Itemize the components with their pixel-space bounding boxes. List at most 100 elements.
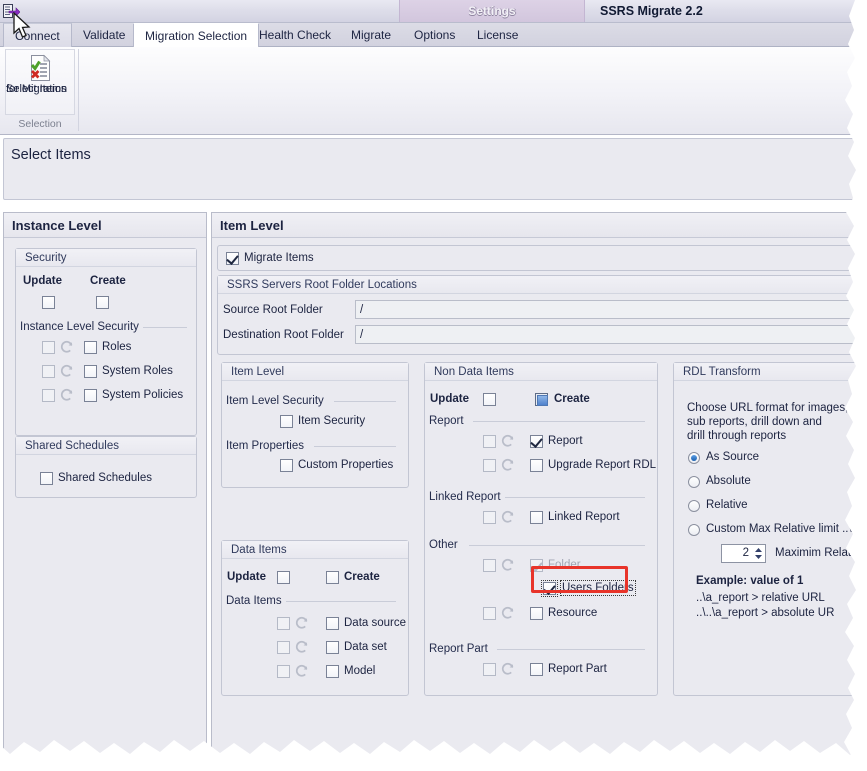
stepper-arrows-icon[interactable]	[754, 546, 763, 561]
item-properties-section-label: Item Properties	[226, 440, 304, 452]
section-rule	[469, 545, 645, 546]
item-level-title: Item Level	[212, 213, 863, 238]
radio-custom-label: Custom Max Relative limit ..\	[706, 523, 852, 535]
data-set-create-checkbox[interactable]	[326, 641, 339, 654]
report-create-checkbox[interactable]	[530, 435, 543, 448]
tab-connect[interactable]: Connect	[3, 23, 72, 47]
security-create-checkbox[interactable]	[96, 296, 109, 309]
ribbon-group-selection: Select Items for Migration Selection	[5, 49, 75, 131]
max-relative-limit-stepper[interactable]: 2	[721, 544, 766, 563]
rdl-transform-group: RDL Transform Choose URL format for imag…	[673, 362, 867, 696]
instance-level-security-section-label: Instance Level Security	[20, 321, 139, 333]
linked-report-label: Linked Report	[548, 511, 620, 523]
users-folders-label[interactable]: Users Folders	[560, 580, 636, 596]
radio-custom[interactable]	[688, 524, 700, 536]
instance-level-title: Instance Level	[4, 213, 206, 238]
non-data-items-group-label: Non Data Items	[425, 363, 657, 381]
select-items-for-migration-button[interactable]: Select Items for Migration	[5, 49, 75, 115]
security-group: Security Update Create Instance Level Se…	[15, 248, 197, 436]
report-section-label: Report	[429, 415, 464, 427]
data-items-create-header: Create	[344, 571, 380, 583]
resource-update-checkbox[interactable]	[483, 607, 496, 620]
linked-report-create-checkbox[interactable]	[530, 511, 543, 524]
resource-create-checkbox[interactable]	[530, 607, 543, 620]
folder-create-checkbox	[530, 559, 543, 572]
tab-strip: Connect Validate Migration Selection Hea…	[0, 23, 867, 48]
folder-update-checkbox[interactable]	[483, 559, 496, 572]
shared-schedules-checkbox[interactable]	[40, 472, 53, 485]
ribbon: Select Items for Migration Selection	[0, 47, 867, 135]
tab-health-check[interactable]: Health Check	[248, 23, 342, 47]
report-update-checkbox[interactable]	[483, 435, 496, 448]
application-window: Settings SSRS Migrate 2.2 Connect Valida…	[0, 0, 867, 771]
system-roles-label: System Roles	[102, 365, 173, 377]
report-part-label: Report Part	[548, 663, 607, 675]
data-items-create-checkbox[interactable]	[326, 571, 339, 584]
roles-label: Roles	[102, 341, 132, 353]
non-data-update-checkbox[interactable]	[483, 393, 496, 406]
report-part-update-checkbox[interactable]	[483, 663, 496, 676]
section-rule	[334, 401, 396, 402]
shared-schedules-group-label: Shared Schedules	[16, 437, 196, 455]
system-policies-update-checkbox[interactable]	[42, 389, 55, 402]
tab-license[interactable]: License	[466, 23, 529, 47]
destination-root-folder-input[interactable]: /	[355, 325, 860, 344]
upgrade-report-rdl-update-checkbox[interactable]	[483, 459, 496, 472]
report-part-create-checkbox[interactable]	[530, 663, 543, 676]
system-policies-refresh-icon	[60, 388, 74, 402]
roles-create-checkbox[interactable]	[84, 341, 97, 354]
system-policies-create-checkbox[interactable]	[84, 389, 97, 402]
users-folders-checkbox[interactable]	[541, 580, 558, 597]
data-set-refresh-icon	[295, 640, 309, 654]
tab-migrate[interactable]: Migrate	[340, 23, 402, 47]
settings-group-header: Settings	[399, 0, 585, 22]
data-source-update-checkbox[interactable]	[277, 617, 290, 630]
custom-properties-label: Custom Properties	[298, 459, 394, 471]
upgrade-report-rdl-refresh-icon	[501, 458, 515, 472]
radio-absolute[interactable]	[688, 476, 700, 488]
non-data-create-checkbox[interactable]	[535, 393, 548, 406]
rdl-description-line2: sub reports, drill down and	[687, 416, 822, 428]
radio-absolute-label: Absolute	[706, 475, 751, 487]
upgrade-report-rdl-create-checkbox[interactable]	[530, 459, 543, 472]
linked-report-update-checkbox[interactable]	[483, 511, 496, 524]
data-source-create-checkbox[interactable]	[326, 617, 339, 630]
model-update-checkbox[interactable]	[277, 665, 290, 678]
tab-migration-selection[interactable]: Migration Selection	[133, 23, 260, 48]
report-refresh-icon	[501, 434, 515, 448]
system-roles-update-checkbox[interactable]	[42, 365, 55, 378]
system-roles-create-checkbox[interactable]	[84, 365, 97, 378]
source-root-folder-input[interactable]: /	[355, 300, 860, 319]
data-items-section-label: Data Items	[226, 595, 282, 607]
security-update-checkbox[interactable]	[42, 296, 55, 309]
radio-as-source[interactable]	[688, 452, 700, 464]
max-relative-limit-value: 2	[742, 547, 749, 559]
data-set-update-checkbox[interactable]	[277, 641, 290, 654]
data-items-update-checkbox[interactable]	[277, 571, 290, 584]
data-set-label: Data set	[344, 641, 387, 653]
non-data-items-group: Non Data Items Update Create Report Repo…	[424, 362, 658, 696]
migrate-items-row: Migrate Items	[217, 245, 860, 271]
section-rule	[505, 497, 645, 498]
model-create-checkbox[interactable]	[326, 665, 339, 678]
roles-update-checkbox[interactable]	[42, 341, 55, 354]
root-folder-locations-group: SSRS Servers Root Folder Locations Sourc…	[217, 275, 860, 355]
update-column-header: Update	[23, 275, 62, 287]
migrate-arrow-icon[interactable]	[3, 3, 21, 20]
page-header: Select Items	[3, 138, 864, 200]
item-security-checkbox[interactable]	[280, 415, 293, 428]
migrate-items-checkbox[interactable]	[226, 252, 239, 265]
root-folder-locations-label: SSRS Servers Root Folder Locations	[218, 276, 859, 294]
report-label: Report	[548, 435, 583, 447]
custom-properties-checkbox[interactable]	[280, 459, 293, 472]
radio-relative[interactable]	[688, 500, 700, 512]
radio-relative-label: Relative	[706, 499, 748, 511]
data-items-group-label: Data Items	[222, 541, 408, 559]
tab-options[interactable]: Options	[403, 23, 466, 47]
item-security-label: Item Security	[298, 415, 366, 427]
system-roles-refresh-icon	[60, 364, 74, 378]
non-data-update-header: Update	[430, 393, 469, 405]
app-title: SSRS Migrate 2.2	[600, 4, 703, 18]
tab-validate[interactable]: Validate	[72, 23, 136, 47]
model-label: Model	[344, 665, 376, 677]
